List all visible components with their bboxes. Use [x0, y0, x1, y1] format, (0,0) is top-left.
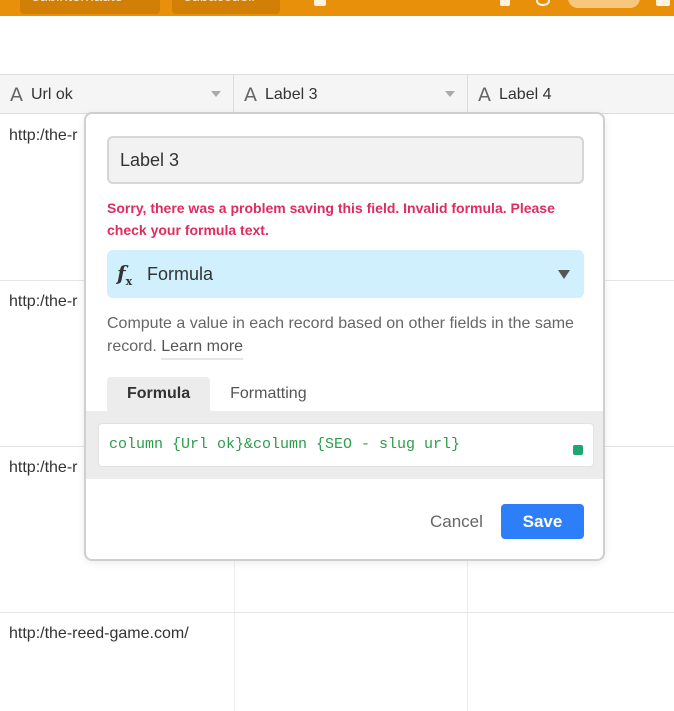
column-header-label-4[interactable]: A Label 4 — [468, 75, 674, 114]
chevron-down-icon[interactable] — [445, 91, 455, 97]
formula-text: column {Url ok}&column {SEO - slug url} — [109, 436, 461, 453]
tab-formula[interactable]: Formula — [107, 377, 211, 411]
cell-url-ok[interactable]: http:/the-r — [9, 293, 77, 311]
status-indicator-icon — [573, 445, 583, 455]
collaborators-icon[interactable] — [656, 0, 670, 6]
history-icon[interactable] — [536, 0, 550, 6]
formula-editor[interactable]: column {Url ok}&column {SEO - slug url} — [98, 423, 594, 467]
column-header-label: Url ok — [31, 85, 73, 103]
base-top-bar: subinternaute subaccueil SHARE — [0, 0, 674, 16]
column-header-label: Label 3 — [265, 85, 318, 103]
formula-icon: fx — [117, 260, 133, 288]
notifications-icon[interactable] — [500, 0, 510, 6]
cell-url-ok[interactable]: http:/the-r — [9, 127, 77, 145]
chevron-down-icon — [558, 270, 570, 279]
column-header-url-ok[interactable]: A Url ok — [0, 75, 234, 114]
save-button[interactable]: Save — [501, 504, 584, 539]
field-type-select[interactable]: fx Formula — [107, 250, 584, 298]
field-type-description: Compute a value in each record based on … — [107, 312, 577, 360]
text-field-icon: A — [244, 83, 257, 106]
text-field-icon: A — [478, 83, 491, 106]
grid-header-row: A Url ok A Label 3 A Label 4 — [0, 74, 674, 114]
cell-url-ok[interactable]: http:/the-reed-game.com/ — [9, 625, 189, 643]
formula-editor-panel: column {Url ok}&column {SEO - slug url} — [86, 411, 603, 479]
tab-formatting[interactable]: Formatting — [210, 377, 326, 411]
column-header-label-3[interactable]: A Label 3 — [234, 75, 468, 114]
field-name-input[interactable]: Label 3 — [107, 136, 584, 184]
chevron-down-icon[interactable] — [211, 91, 221, 97]
add-table-icon[interactable] — [314, 0, 326, 6]
cancel-button[interactable]: Cancel — [418, 504, 495, 540]
column-header-label: Label 4 — [499, 85, 552, 103]
table-tab-subaccueil[interactable]: subaccueil — [172, 0, 280, 14]
error-message: Sorry, there was a problem saving this f… — [107, 200, 555, 238]
table-tab-subinternaute[interactable]: subinternaute — [20, 0, 160, 14]
share-button[interactable]: SHARE — [568, 0, 640, 8]
text-field-icon: A — [10, 83, 23, 106]
formula-tabs: Formula Formatting — [107, 377, 327, 411]
field-config-dialog: Label 3 Sorry, there was a problem savin… — [84, 112, 605, 561]
learn-more-link[interactable]: Learn more — [161, 338, 244, 360]
cell-url-ok[interactable]: http:/the-r — [9, 459, 77, 477]
row-divider — [0, 612, 674, 613]
field-type-label: Formula — [147, 263, 214, 284]
